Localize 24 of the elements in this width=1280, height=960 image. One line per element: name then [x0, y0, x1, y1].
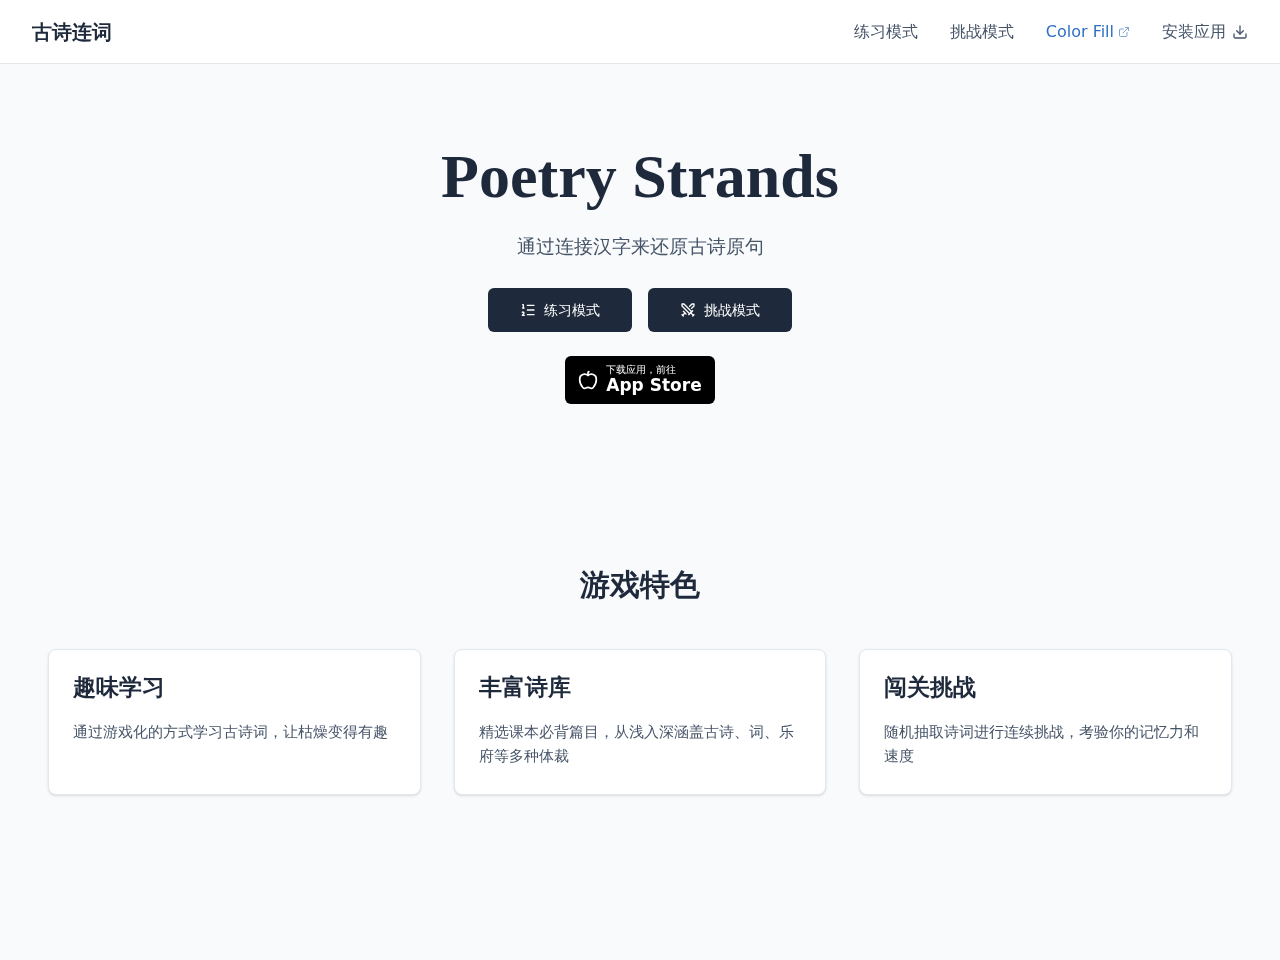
external-link-icon [1118, 25, 1130, 38]
app-store-badge[interactable]: 下载应用，前往 App Store [565, 355, 715, 404]
mode-button[interactable]: 练习模式 [488, 287, 632, 332]
badge-store-name: App Store [606, 377, 702, 394]
card-text: 随机抽取诗词进行连续挑战，考验你的记忆力和速度 [884, 722, 1201, 767]
download-icon [1232, 23, 1248, 40]
site-logo-text[interactable]: 古诗连词 [32, 17, 112, 46]
mode-button[interactable]: 挑战模式 [648, 287, 792, 332]
section-heading: 游戏特色 [580, 565, 700, 604]
list-icon [520, 301, 536, 318]
card-text: 精选课本必背篇目，从浅入深涵盖古诗、词、乐府等多种体裁 [478, 722, 795, 767]
card-title: 闯关挑战 [884, 672, 978, 702]
hero-title: Poetry Strands [441, 141, 839, 212]
nav-link[interactable]: Color Fill [1045, 19, 1130, 44]
nav-link[interactable]: 挑战模式 [949, 19, 1014, 44]
nav-link[interactable]: 安装应用 [1162, 19, 1248, 44]
card-title: 趣味学习 [73, 672, 166, 702]
apple-icon [578, 369, 599, 390]
nav-link[interactable]: 练习模式 [853, 19, 918, 44]
badge-caption: 下载应用，前往 [606, 365, 678, 375]
hero-subtitle: 通过连接汉字来还原古诗原句 [516, 234, 764, 259]
card-text: 通过游戏化的方式学习古诗词，让枯燥变得有趣 [73, 722, 389, 743]
crossed-swords-icon [680, 301, 696, 318]
card-title: 丰富诗库 [478, 672, 572, 702]
